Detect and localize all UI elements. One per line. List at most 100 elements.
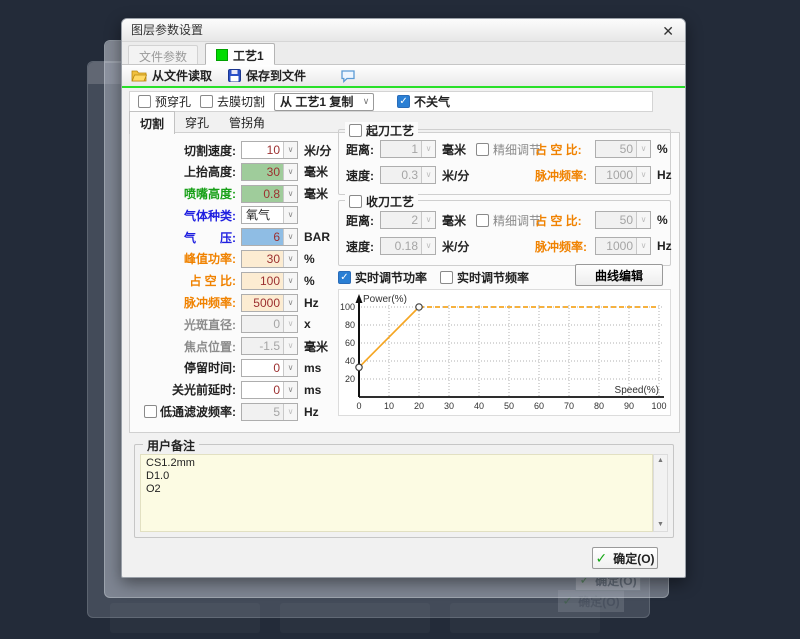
- lead-in-distance-input: 1∨: [380, 140, 436, 158]
- read-from-file-button[interactable]: 从文件读取: [131, 67, 212, 84]
- lead-in-group: 起刀工艺 距离: 1∨ 毫米 精细调节 占 空 比: 50∨ % 速度: 0.3…: [338, 129, 671, 195]
- chevron-down-icon: ∨: [421, 167, 435, 183]
- laser-off-delay-label: 关光前延时:: [134, 381, 236, 398]
- gas-type-select[interactable]: 氧气∨: [241, 206, 298, 224]
- cut-speed-input[interactable]: 10∨: [241, 141, 298, 159]
- chevron-down-icon[interactable]: ∨: [283, 142, 297, 158]
- tab-process-1[interactable]: 工艺1: [205, 43, 275, 65]
- lift-height-label: 上抬高度:: [134, 163, 236, 180]
- top-tabstrip: 文件参数 工艺1: [122, 42, 685, 65]
- lead-out-speed-row: 速度: 0.18∨ 米/分: [346, 236, 469, 256]
- tab-pipe-corner[interactable]: 管拐角: [219, 111, 275, 133]
- close-icon[interactable]: ✕: [662, 21, 674, 41]
- chevron-down-icon: ∨: [636, 238, 650, 254]
- user-notes-textarea[interactable]: CS1.2mm D1.0 O2: [140, 454, 653, 532]
- chevron-down-icon[interactable]: ∨: [283, 382, 297, 398]
- lead-out-freq-input: 1000∨: [595, 237, 651, 255]
- chevron-down-icon[interactable]: ∨: [283, 251, 297, 267]
- cut-speed-label: 切割速度:: [134, 142, 236, 159]
- svg-text:20: 20: [345, 374, 355, 384]
- tab-pierce[interactable]: 穿孔: [175, 111, 219, 133]
- gas-pressure-input[interactable]: 6∨: [241, 228, 298, 246]
- check-icon: ✓: [340, 273, 348, 283]
- chevron-down-icon: ∨: [421, 238, 435, 254]
- dwell-time-input[interactable]: 0∨: [241, 359, 298, 377]
- svg-text:100: 100: [340, 302, 355, 312]
- svg-text:0: 0: [356, 401, 361, 411]
- dialog-titlebar[interactable]: 图层参数设置 ✕: [122, 19, 685, 42]
- param-row: 占 空 比: 100∨ %: [134, 271, 331, 291]
- save-to-file-button[interactable]: 保存到文件: [228, 67, 306, 84]
- lead-out-checkbox[interactable]: [349, 195, 362, 208]
- film-cut-option[interactable]: 去膜切割: [200, 93, 265, 110]
- svg-text:90: 90: [624, 401, 634, 411]
- user-notes-group: 用户备注 CS1.2mm D1.0 O2 ▲ ▼: [134, 444, 674, 538]
- note-line: CS1.2mm: [146, 457, 647, 470]
- scroll-up-icon[interactable]: ▲: [657, 455, 664, 467]
- chevron-down-icon[interactable]: ∨: [283, 164, 297, 180]
- realtime-power-option[interactable]: ✓ 实时调节功率: [338, 269, 427, 286]
- check-icon: ✓: [595, 550, 607, 567]
- lead-out-duty-row: 占 空 比: 50∨ %: [535, 210, 668, 230]
- copy-from-select[interactable]: 从 工艺1 复制 ∨: [274, 93, 374, 111]
- pulse-frequency-label: 脉冲频率:: [134, 294, 236, 311]
- chevron-down-icon[interactable]: ∨: [283, 273, 297, 289]
- tab-cut[interactable]: 切割: [129, 111, 175, 134]
- scroll-down-icon[interactable]: ▼: [657, 519, 664, 531]
- lead-in-distance-row: 距离: 1∨ 毫米: [346, 139, 466, 159]
- check-icon: ✓: [399, 97, 407, 107]
- chevron-down-icon[interactable]: ∨: [283, 186, 297, 202]
- lead-in-speed-input: 0.3∨: [380, 166, 436, 184]
- film-cut-checkbox[interactable]: [200, 95, 213, 108]
- focus-position-label: 焦点位置:: [134, 338, 236, 355]
- lead-out-group: 收刀工艺 距离: 2∨ 毫米 精细调节 占 空 比: 50∨ % 速度: 0.1…: [338, 200, 671, 266]
- peak-power-input[interactable]: 30∨: [241, 250, 298, 268]
- lead-in-checkbox[interactable]: [349, 124, 362, 137]
- chevron-down-icon: ∨: [636, 212, 650, 228]
- lead-in-fine-tune[interactable]: 精细调节: [476, 139, 541, 159]
- background-panel: [110, 603, 260, 633]
- svg-text:60: 60: [534, 401, 544, 411]
- chevron-down-icon[interactable]: ∨: [283, 207, 297, 223]
- lowpass-filter-label: 低通滤波频率:: [134, 403, 236, 420]
- gas-on-option[interactable]: ✓ 不关气: [397, 93, 450, 110]
- background-panel: [280, 603, 430, 633]
- param-row: 切割速度: 10∨ 米/分: [134, 140, 331, 160]
- realtime-options: ✓ 实时调节功率 实时调节频率: [338, 269, 529, 286]
- fine-tune-checkbox[interactable]: [476, 143, 489, 156]
- gas-on-checkbox[interactable]: ✓: [397, 95, 410, 108]
- realtime-freq-checkbox[interactable]: [440, 271, 453, 284]
- laser-off-delay-input[interactable]: 0∨: [241, 381, 298, 399]
- notes-scrollbar[interactable]: ▲ ▼: [653, 454, 668, 532]
- lowpass-filter-checkbox[interactable]: [144, 405, 157, 418]
- spot-diameter-input: 0∨: [241, 315, 298, 333]
- chevron-down-icon[interactable]: ∨: [283, 360, 297, 376]
- process-tabstrip: 切割 穿孔 管拐角: [129, 111, 275, 133]
- lead-in-freq-input: 1000∨: [595, 166, 651, 184]
- lead-in-speed-row: 速度: 0.3∨ 米/分: [346, 165, 469, 185]
- comment-button[interactable]: [340, 69, 356, 83]
- curve-edit-button[interactable]: 曲线编辑: [575, 264, 663, 286]
- lift-height-input[interactable]: 30∨: [241, 163, 298, 181]
- pulse-frequency-input[interactable]: 5000∨: [241, 294, 298, 312]
- ok-button[interactable]: ✓ 确定(O): [592, 547, 658, 569]
- lead-in-title: 起刀工艺: [345, 122, 418, 139]
- chevron-down-icon[interactable]: ∨: [283, 295, 297, 311]
- nozzle-height-input[interactable]: 0.8∨: [241, 185, 298, 203]
- tab-file-params[interactable]: 文件参数: [128, 45, 198, 64]
- duty-cycle-input[interactable]: 100∨: [241, 272, 298, 290]
- chevron-down-icon: ∨: [283, 338, 297, 354]
- realtime-freq-option[interactable]: 实时调节频率: [440, 269, 529, 286]
- pre-pierce-option[interactable]: 预穿孔: [138, 93, 191, 110]
- power-curve-chart[interactable]: 010203040506070809010020406080100Power(%…: [338, 289, 671, 416]
- chevron-down-icon: ∨: [421, 212, 435, 228]
- fine-tune-checkbox[interactable]: [476, 214, 489, 227]
- realtime-power-checkbox[interactable]: ✓: [338, 271, 351, 284]
- pre-pierce-checkbox[interactable]: [138, 95, 151, 108]
- nozzle-height-label: 喷嘴高度:: [134, 185, 236, 202]
- chevron-down-icon[interactable]: ∨: [283, 229, 297, 245]
- lead-out-fine-tune[interactable]: 精细调节: [476, 210, 541, 230]
- user-notes-title: 用户备注: [143, 437, 199, 454]
- layer-color-swatch: [216, 49, 228, 61]
- param-row: 焦点位置: -1.5∨ 毫米: [134, 336, 331, 356]
